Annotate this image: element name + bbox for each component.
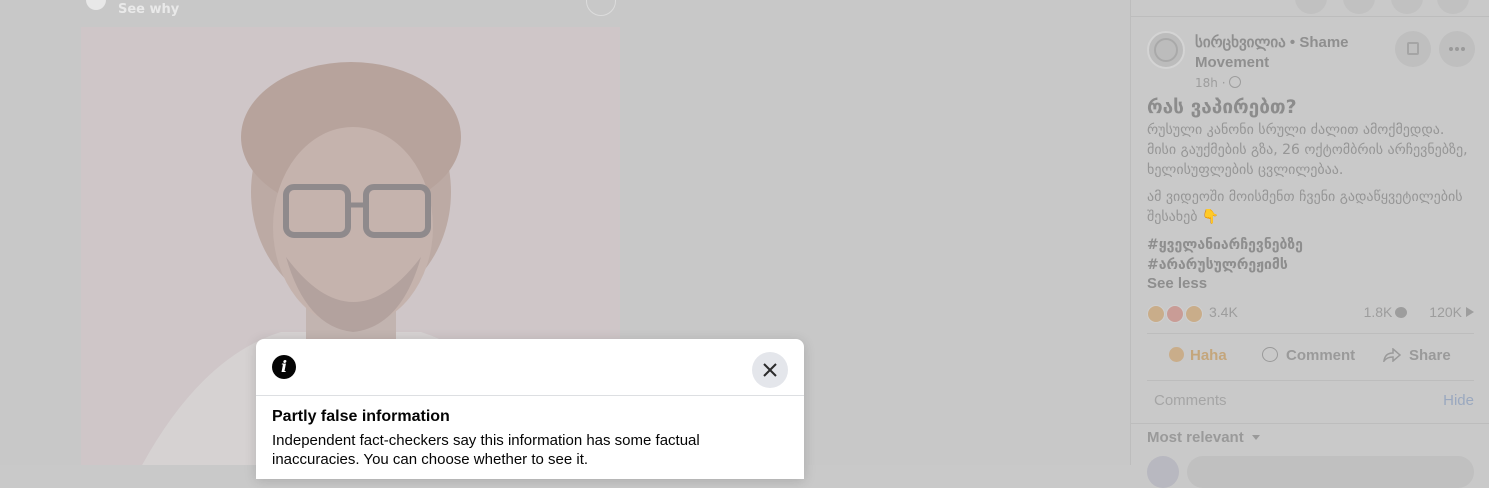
user-avatar [1147,456,1179,488]
share-button[interactable]: Share [1383,347,1451,364]
comment-label: Comment [1286,347,1356,364]
dialog-header: i [256,339,804,396]
post-stats: 1.8K 120K [1364,304,1474,320]
messenger-icon[interactable] [1343,0,1375,14]
fact-check-dialog: i Partly false information Independent f… [256,339,804,479]
share-label: Share [1409,347,1451,364]
comment-bubble-icon [1395,307,1408,318]
save-button[interactable] [1395,31,1431,67]
hashtag-link[interactable]: #არარუსულრეჟიმს [1147,255,1477,275]
haha-button[interactable]: Haha [1169,347,1227,364]
comments-header: Comments Hide [1131,379,1489,424]
close-icon[interactable] [586,0,616,16]
dialog-description: Independent fact-checkers say this infor… [272,432,700,468]
comment-count[interactable]: 1.8K [1364,304,1393,320]
comment-sort-dropdown[interactable]: Most relevant [1147,429,1260,446]
haha-icon [1169,347,1184,362]
close-icon [763,363,777,377]
page-name[interactable]: სირცხვილია • Shame Movement [1195,33,1405,73]
play-icon [1466,307,1474,317]
info-icon [86,0,106,10]
page-avatar[interactable] [1147,31,1185,69]
haha-icon [1147,304,1165,323]
reaction-icons[interactable] [1147,303,1204,323]
post-title: რას ვაპირებთ? [1147,96,1297,118]
dot [1455,47,1459,51]
globe-icon [1228,76,1241,88]
view-count: 120K [1429,304,1462,320]
comment-button[interactable]: Comment [1262,347,1355,364]
post-meta: 18h · [1195,76,1241,90]
share-icon [1383,348,1401,362]
dot [1449,47,1453,51]
post-body-2: ამ ვიდეოში მოისმენთ ჩვენი გადაწყვეტილები… [1147,189,1463,225]
post-body: რუსული კანონი სრული ძალით ამოქმედდა. მის… [1147,122,1468,178]
dialog-title: Partly false information [272,408,450,425]
comment-icon [1262,347,1278,362]
close-button[interactable] [752,352,788,388]
notifications-icon[interactable] [1391,0,1423,14]
hide-comments-link[interactable]: Hide [1443,392,1474,409]
post-sidebar: სირცხვილია • Shame Movement 18h · რას ვა… [1130,0,1489,488]
menu-icon[interactable] [1295,0,1327,14]
sad-icon [1185,304,1204,323]
see-less-link[interactable]: See less [1147,275,1207,292]
post-actions: Haha Comment Share [1147,333,1474,381]
chevron-down-icon [1251,435,1260,440]
hashtags: #ყველანიარჩევნებზე #არარუსულრეჟიმს [1147,235,1477,275]
top-bar [1131,0,1489,17]
post-time[interactable]: 18h · [1195,76,1226,90]
sort-label: Most relevant [1147,429,1244,446]
reaction-count[interactable]: 3.4K [1209,304,1238,320]
angry-icon [1166,304,1185,323]
comments-label: Comments [1154,392,1227,409]
comment-input[interactable] [1187,456,1474,488]
info-icon: i [272,355,296,379]
see-why-link[interactable]: See why [118,2,179,17]
account-icon[interactable] [1437,0,1469,14]
haha-label: Haha [1190,347,1227,364]
dot [1461,47,1465,51]
hashtag-link[interactable]: #ყველანიარჩევნებზე [1147,235,1477,255]
more-options-button[interactable] [1439,31,1475,67]
